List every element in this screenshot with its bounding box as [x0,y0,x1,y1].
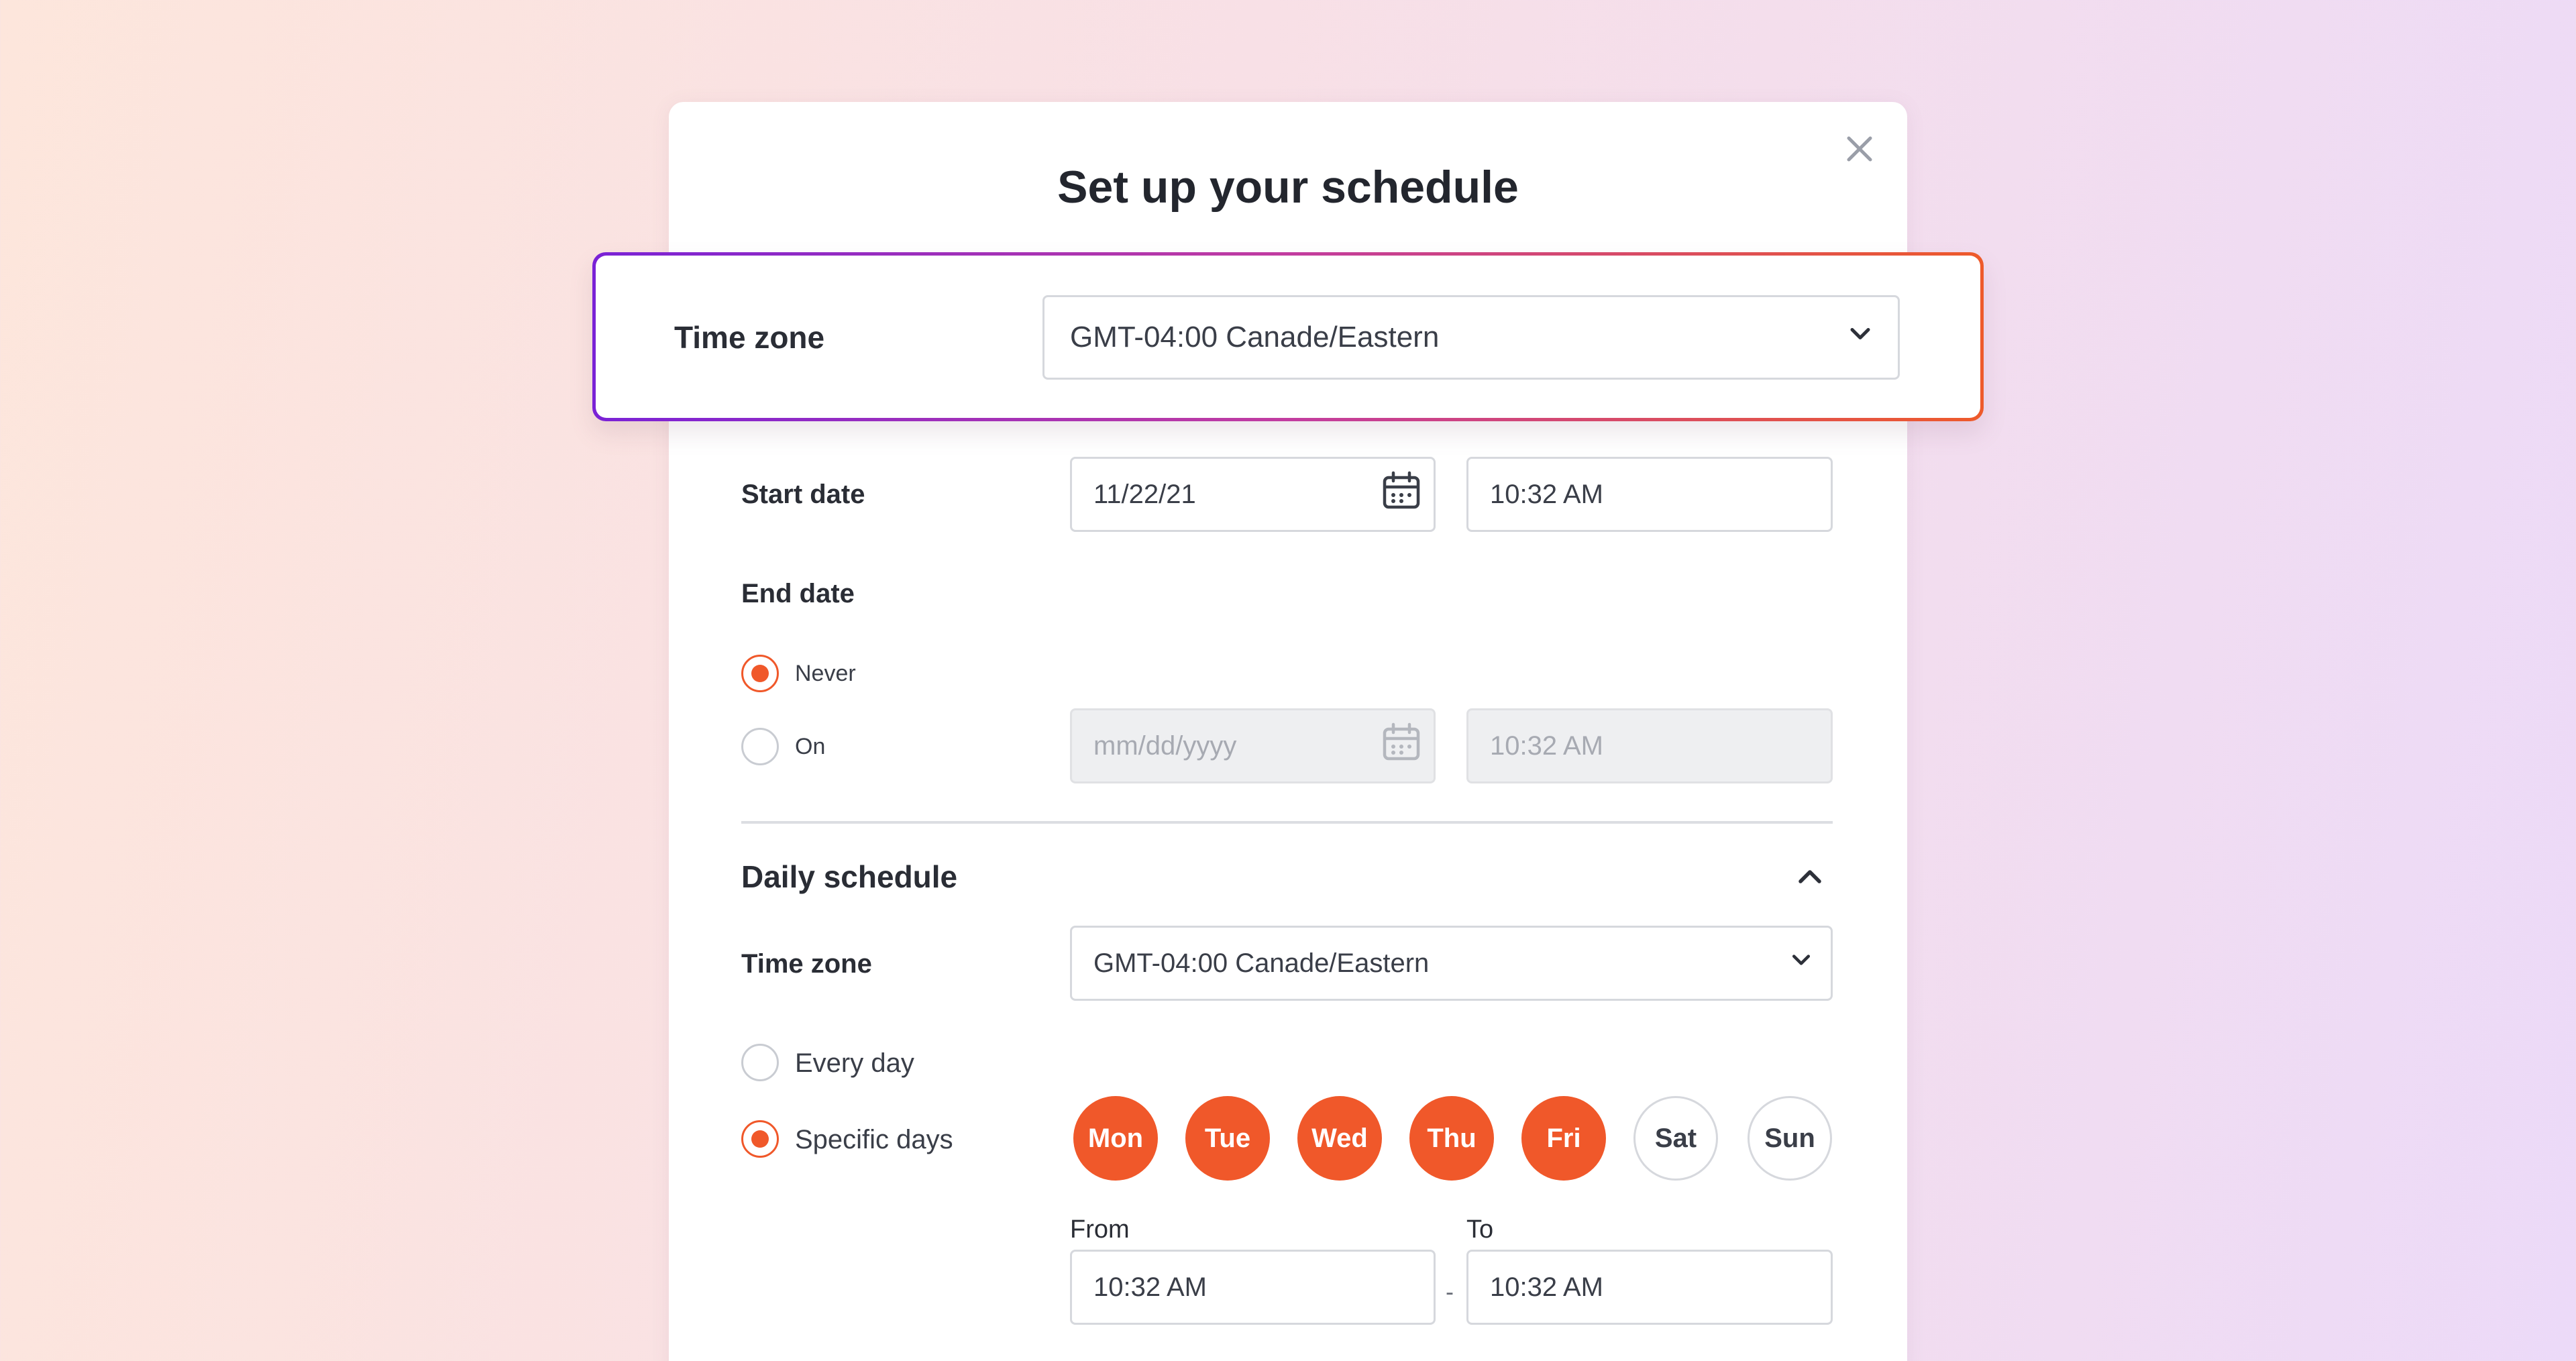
range-separator: - [1446,1278,1454,1305]
daily-timezone-select[interactable]: GMT-04:00 Canade/Eastern [1070,926,1833,1001]
timezone-highlight-select[interactable]: GMT-04:00 Canade/Eastern [1042,295,1900,380]
day-mon[interactable]: Mon [1073,1096,1158,1181]
end-on-radio[interactable] [741,728,779,765]
collapse-button[interactable] [1791,860,1829,892]
day-sat[interactable]: Sat [1633,1096,1718,1181]
end-time-input[interactable]: 10:32 AM [1466,708,1833,783]
start-date-input[interactable]: 11/22/21 [1070,457,1436,532]
calendar-icon[interactable] [1380,470,1423,519]
end-date-placeholder: mm/dd/yyyy [1093,730,1237,761]
chevron-up-icon [1799,870,1821,883]
day-fri[interactable]: Fri [1521,1096,1606,1181]
end-never-radio[interactable] [741,655,779,692]
to-label: To [1466,1215,1494,1244]
end-time-value: 10:32 AM [1490,730,1604,761]
to-time-input[interactable]: 10:32 AM [1466,1250,1833,1325]
end-date-input[interactable]: mm/dd/yyyy [1070,708,1436,783]
end-date-label: End date [741,579,855,608]
end-never-label: Never [795,661,856,686]
daily-schedule-heading: Daily schedule [741,859,958,894]
specific-days-label: Specific days [795,1125,953,1154]
start-date-value: 11/22/21 [1093,479,1196,509]
daily-timezone-value: GMT-04:00 Canade/Eastern [1093,948,1430,978]
start-time-value: 10:32 AM [1490,479,1604,509]
to-time-value: 10:32 AM [1490,1272,1604,1302]
day-thu[interactable]: Thu [1409,1096,1494,1181]
every-day-radio[interactable] [741,1044,779,1081]
start-date-label: Start date [741,480,865,509]
timezone-highlight-value: GMT-04:00 Canade/Eastern [1070,321,1440,353]
chevron-down-icon [1847,321,1874,355]
daily-timezone-label: Time zone [741,949,872,979]
day-sun[interactable]: Sun [1748,1096,1832,1181]
modal-title: Set up your schedule [1057,162,1519,213]
timezone-highlight-label: Time zone [674,320,825,355]
day-wed[interactable]: Wed [1297,1096,1382,1181]
chevron-down-icon [1789,948,1813,979]
specific-days-radio[interactable] [741,1120,779,1158]
section-divider [741,821,1833,824]
end-on-label: On [795,734,826,759]
start-time-input[interactable]: 10:32 AM [1466,457,1833,532]
from-time-input[interactable]: 10:32 AM [1070,1250,1436,1325]
every-day-label: Every day [795,1048,914,1078]
calendar-icon[interactable] [1380,721,1423,771]
from-time-value: 10:32 AM [1093,1272,1208,1302]
day-tue[interactable]: Tue [1185,1096,1270,1181]
from-label: From [1070,1215,1130,1244]
